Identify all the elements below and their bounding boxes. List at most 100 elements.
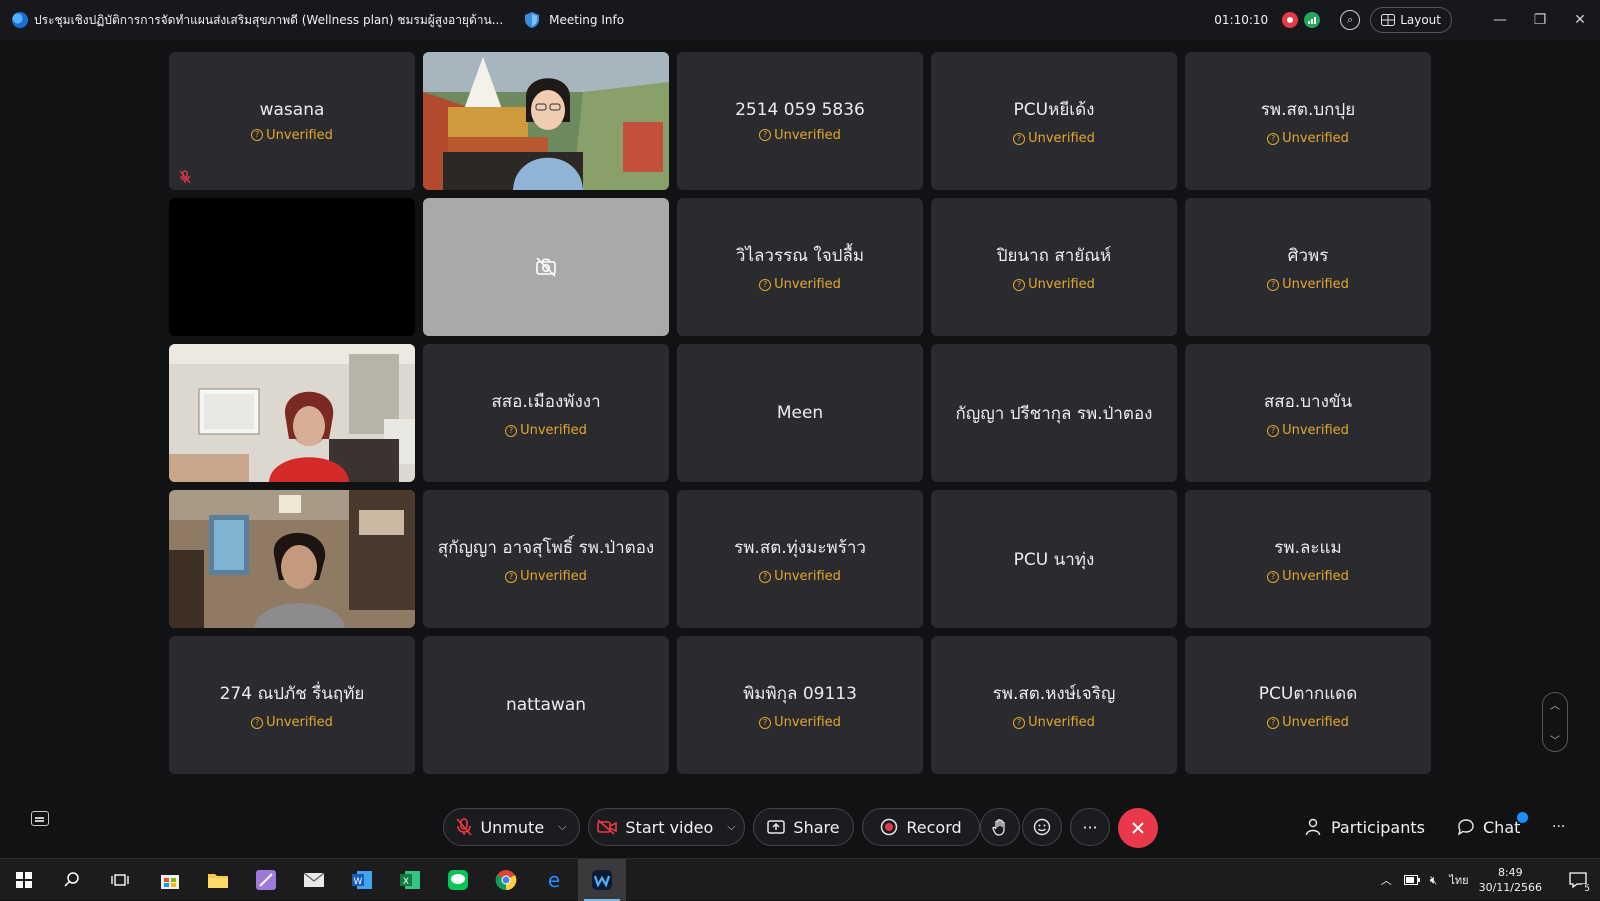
participant-tile[interactable]: สสอ.บางขัน ? Unverified	[1185, 344, 1431, 482]
participant-name: PCU นาทุ่ง	[1013, 549, 1095, 570]
question-icon: ?	[1267, 716, 1280, 729]
participant-tile[interactable]: พิมพิกุล 09113 ? Unverified	[677, 636, 923, 774]
participant-tile[interactable]: wasana ? Unverified	[169, 52, 415, 190]
close-window-button[interactable]: ✕	[1560, 0, 1600, 40]
participant-tile[interactable]: Meen	[677, 344, 923, 482]
participant-tile[interactable]: สุกัญญา อาจสุโพธิ์ รพ.ป่าตอง ? Unverified	[423, 490, 669, 628]
notifications-icon[interactable]: 5	[1556, 859, 1600, 901]
battery-icon[interactable]	[1403, 875, 1420, 885]
recording-indicator-icon[interactable]	[1282, 12, 1299, 28]
chevron-up-icon[interactable]: ︿	[1550, 697, 1560, 712]
participant-tile[interactable]: PCUตากแดด ? Unverified	[1185, 636, 1431, 774]
unverified-label: Unverified	[774, 127, 841, 143]
webex-app-icon[interactable]	[578, 859, 626, 901]
unverified-badge: ? Unverified	[759, 277, 841, 292]
windows-taskbar: W X e ︿ 🔇︎ ไทย 8:49 30/11/2566 5	[0, 858, 1600, 901]
participant-video-tile[interactable]	[169, 344, 415, 482]
participant-tile[interactable]: nattawan	[423, 636, 669, 774]
clock[interactable]: 8:49 30/11/2566	[1479, 865, 1542, 895]
task-view-icon[interactable]	[96, 859, 144, 901]
participant-name: รพ.สต.หงษ์เจริญ	[992, 684, 1116, 704]
unverified-label: Unverified	[774, 569, 841, 584]
svg-text:W: W	[354, 877, 363, 887]
shield-icon	[525, 12, 540, 28]
participant-name: PCUตากแดด	[1258, 684, 1358, 704]
participants-button[interactable]: Participants	[1305, 808, 1425, 846]
excel-icon[interactable]: X	[386, 859, 434, 901]
participant-video-tile[interactable]	[169, 490, 415, 628]
leave-meeting-button[interactable]	[1118, 808, 1158, 848]
more-options-button[interactable]: ···	[1070, 808, 1110, 846]
record-button[interactable]: Record	[862, 808, 980, 846]
participant-tile[interactable]: ศิวพร ? Unverified	[1185, 198, 1431, 336]
participant-tile[interactable]: 274 ณปภัช รื่นฤทัย ? Unverified	[169, 636, 415, 774]
meeting-info-label: Meeting Info	[549, 13, 625, 27]
meeting-info-button[interactable]: Meeting Info	[523, 11, 624, 29]
zoom-icon[interactable]: ⌕	[1340, 10, 1361, 30]
participants-icon	[1305, 818, 1321, 836]
grid-page-scroller[interactable]: ︿ ﹀	[1542, 692, 1568, 752]
edge-icon[interactable]: e	[530, 859, 578, 901]
participant-tile[interactable]: ปิยนาถ สายัณห์ ? Unverified	[931, 198, 1177, 336]
participant-tile[interactable]: รพ.สต.บกปุย ? Unverified	[1185, 52, 1431, 190]
input-language[interactable]: ไทย	[1449, 871, 1468, 889]
more-label: ···	[1082, 817, 1098, 837]
participant-tile[interactable]: รพ.สต.หงษ์เจริญ ? Unverified	[931, 636, 1177, 774]
file-explorer-icon[interactable]	[194, 859, 242, 901]
participant-video-tile[interactable]	[423, 52, 669, 190]
participant-tile[interactable]: PCU นาทุ่ง	[931, 490, 1177, 628]
speaker-muted-icon[interactable]: 🔇︎	[1430, 873, 1438, 888]
participant-tile[interactable]: รพ.ละแม ? Unverified	[1185, 490, 1431, 628]
unverified-badge: ? Unverified	[759, 569, 841, 584]
unverified-label: Unverified	[1282, 715, 1349, 730]
snip-sketch-icon[interactable]	[242, 859, 290, 901]
word-icon[interactable]: W	[338, 859, 386, 901]
participant-tile[interactable]: กัญญา ปรีชากุล รพ.ป่าตอง	[931, 344, 1177, 482]
layout-button[interactable]: Layout	[1370, 7, 1452, 33]
unverified-badge: ? Unverified	[1013, 277, 1095, 292]
chrome-icon[interactable]	[482, 859, 530, 901]
windows-start-icon[interactable]	[0, 859, 48, 901]
search-icon[interactable]	[48, 859, 96, 901]
question-icon: ?	[759, 129, 772, 141]
record-icon	[881, 818, 898, 836]
raise-hand-button[interactable]	[980, 808, 1020, 846]
participant-name: nattawan	[505, 695, 587, 715]
minimize-button[interactable]: —	[1480, 0, 1520, 40]
unread-badge	[1517, 811, 1529, 823]
layout-label: Layout	[1400, 13, 1441, 27]
participant-tile[interactable]: PCUหยีเด้ง ? Unverified	[931, 52, 1177, 190]
unverified-badge: ? Unverified	[505, 423, 587, 438]
question-icon: ?	[505, 570, 518, 583]
restore-button[interactable]: ❐	[1520, 0, 1560, 40]
system-tray: ︿ 🔇︎ ไทย 8:49 30/11/2566 5	[1381, 859, 1600, 901]
unverified-badge: ? Unverified	[759, 715, 841, 730]
mail-icon[interactable]	[290, 859, 338, 901]
chevron-down-icon[interactable]: ﹀	[1550, 732, 1560, 747]
participant-tile[interactable]: วิไลวรรณ ใจปลื้ม ? Unverified	[677, 198, 923, 336]
unverified-label: Unverified	[774, 277, 841, 292]
clock-time: 8:49	[1497, 866, 1523, 879]
participant-tile[interactable]: รพ.สต.ทุ่งมะพร้าว ? Unverified	[677, 490, 923, 628]
participant-video-tile[interactable]	[169, 198, 415, 336]
participant-video	[423, 52, 669, 190]
captions-icon[interactable]	[31, 811, 49, 826]
start-video-button[interactable]: Start video ⌵	[588, 808, 745, 846]
unmute-button[interactable]: Unmute ⌵	[443, 808, 580, 846]
reactions-button[interactable]	[1022, 808, 1062, 846]
chat-button[interactable]: Chat	[1457, 808, 1529, 846]
chevron-down-icon[interactable]: ⌵	[727, 820, 735, 834]
svg-text:X: X	[403, 877, 409, 887]
share-button[interactable]: Share	[753, 808, 854, 846]
line-app-icon[interactable]	[434, 859, 482, 901]
microsoft-store-icon[interactable]	[146, 859, 194, 901]
network-status-icon[interactable]	[1304, 12, 1321, 28]
participant-tile[interactable]: สสอ.เมืองพังงา ? Unverified	[423, 344, 669, 482]
participant-tile[interactable]: 2514 059 5836 ? Unverified	[677, 52, 923, 190]
meeting-title: ประชุมเชิงปฏิบัติการการจัดทำแผนส่งเสริมส…	[34, 12, 504, 27]
overflow-menu-button[interactable]: ···	[1552, 808, 1565, 846]
participant-video	[169, 490, 415, 628]
chevron-down-icon[interactable]: ⌵	[558, 820, 566, 834]
camera-off-tile[interactable]	[423, 198, 669, 336]
chevron-up-icon[interactable]: ︿	[1381, 872, 1392, 888]
